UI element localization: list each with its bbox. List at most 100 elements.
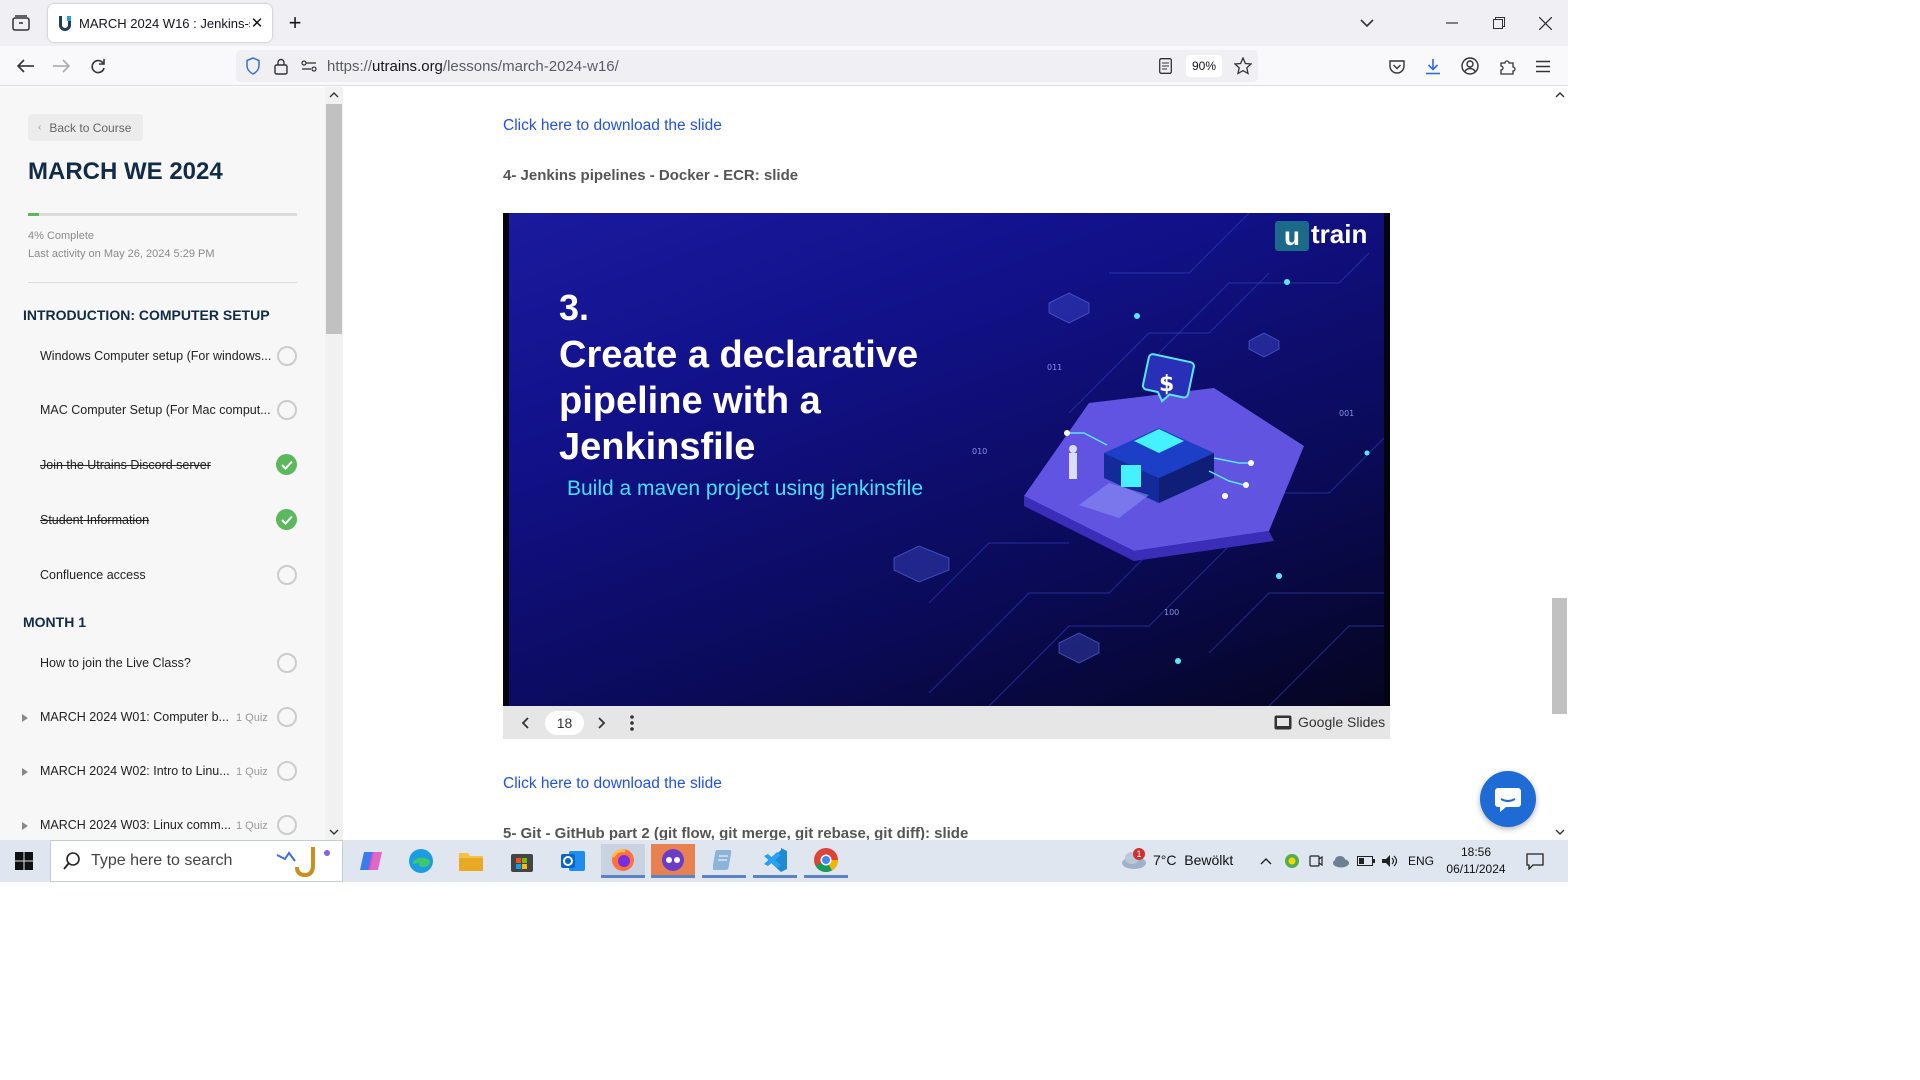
weather-alert-badge: 1 (1133, 848, 1145, 860)
lesson-incomplete-circle-icon (277, 400, 297, 420)
lesson-item-windows-setup[interactable]: Windows Computer setup (For windows... (40, 349, 271, 363)
last-activity-text: Last activity on May 26, 2024 5:29 PM (28, 248, 215, 260)
microsoft-store-icon[interactable] (500, 844, 544, 878)
restore-icon[interactable] (1487, 12, 1511, 34)
windows-start-icon[interactable] (12, 850, 36, 872)
show-hidden-icons-chevron-up-icon[interactable] (1258, 852, 1274, 870)
lesson-item-student-info[interactable]: Student Information (40, 513, 149, 527)
google-slides-embed[interactable]: 011 010 001 100 $ u train 3. Create a de… (503, 213, 1390, 706)
lesson-item-w03[interactable]: MARCH 2024 W03: Linux comm... (40, 818, 231, 832)
lesson-heading-4: 4- Jenkins pipelines - Docker - ECR: sli… (503, 167, 799, 184)
lesson-complete-check-icon (276, 509, 297, 530)
back-arrow-icon[interactable] (14, 55, 36, 77)
page-scroll-down-arrow-icon[interactable] (1552, 826, 1567, 838)
close-tab-icon[interactable]: ✕ (250, 14, 264, 32)
chat-bubble-icon (1495, 788, 1521, 812)
clock-date: 06/11/2024 (1446, 862, 1506, 876)
close-window-icon[interactable] (1533, 12, 1557, 34)
battery-icon[interactable] (1356, 852, 1376, 870)
sidebar-scrollbar-thumb[interactable] (326, 104, 342, 334)
download-slide-link-2[interactable]: Click here to download the slide (503, 775, 722, 793)
extensions-puzzle-icon[interactable] (1496, 55, 1518, 77)
account-icon[interactable] (1459, 55, 1481, 77)
lesson-item-live-class[interactable]: How to join the Live Class? (40, 656, 191, 670)
page-scrollbar-thumb[interactable] (1552, 598, 1567, 714)
lesson-incomplete-circle-icon (277, 815, 297, 835)
volume-icon[interactable] (1380, 852, 1400, 870)
tracking-protection-shield-icon[interactable] (243, 56, 263, 76)
scroll-down-arrow-icon[interactable] (326, 826, 342, 838)
minimize-icon[interactable] (1440, 12, 1464, 34)
reader-view-icon[interactable] (1155, 56, 1175, 76)
vscode-icon[interactable] (753, 844, 797, 878)
zoom-level-button[interactable]: 90% (1186, 55, 1222, 77)
notifications-icon[interactable] (1524, 851, 1546, 871)
back-to-course-button[interactable]: ‹ Back to Course (28, 114, 143, 141)
search-placeholder: Type here to search (91, 852, 233, 869)
lesson-incomplete-circle-icon (277, 653, 297, 673)
slide-number: 3. (559, 287, 590, 328)
outlook-icon[interactable] (551, 844, 595, 878)
slide-tag-100: 100 (1164, 608, 1179, 617)
tray-app-icon[interactable] (1283, 852, 1301, 870)
google-slides-label[interactable]: Google Slides (1298, 714, 1385, 730)
course-title: MARCH WE 2024 (28, 158, 223, 185)
browser-tab[interactable]: MARCH 2024 W16 : Jenkins-son ✕ (48, 4, 272, 42)
chat-support-button[interactable] (1480, 771, 1536, 827)
lesson-incomplete-circle-icon (277, 707, 297, 727)
notepad-app-icon[interactable] (702, 844, 746, 878)
new-tab-icon[interactable]: + (284, 10, 306, 35)
lesson-incomplete-circle-icon (277, 565, 297, 585)
menu-hamburger-icon[interactable] (1532, 55, 1554, 77)
expand-triangle-icon[interactable] (22, 714, 28, 722)
forward-arrow-icon[interactable] (50, 55, 72, 77)
chevron-left-icon: ‹ (38, 122, 42, 133)
site-permissions-icon[interactable] (299, 56, 319, 76)
downloads-icon[interactable] (1422, 55, 1444, 77)
taskbar-search-box[interactable]: Type here to search (50, 840, 343, 882)
next-slide-chevron-right-icon[interactable] (592, 713, 612, 733)
utrains-favicon-icon (56, 15, 73, 32)
lesson-item-confluence[interactable]: Confluence access (40, 568, 146, 582)
search-icon (63, 852, 80, 870)
expand-triangle-icon[interactable] (22, 768, 28, 776)
page-scrollbar[interactable] (1551, 87, 1568, 840)
expand-triangle-icon[interactable] (22, 822, 28, 830)
edge-browser-icon[interactable] (399, 844, 443, 878)
slide-tag-001: 001 (1339, 409, 1354, 418)
slide-dollar-sign: $ (1159, 372, 1174, 397)
utrain-logo-text: train (1311, 219, 1368, 249)
url-text[interactable]: https://utrains.org/lessons/march-2024-w… (327, 58, 619, 75)
onedrive-sync-icon[interactable] (1331, 852, 1351, 870)
lesson-item-w02[interactable]: MARCH 2024 W02: Intro to Linu... (40, 764, 230, 778)
list-all-tabs-chevron-down-icon[interactable] (1356, 12, 1378, 34)
slide-page-number[interactable]: 18 (545, 711, 584, 735)
system-clock[interactable]: 18:56 06/11/2024 (1440, 844, 1512, 878)
back-to-course-label: Back to Course (49, 120, 132, 135)
more-options-vertical-dots-icon[interactable] (622, 713, 642, 733)
page-scroll-up-arrow-icon[interactable] (1552, 89, 1567, 101)
lesson-item-mac-setup[interactable]: MAC Computer Setup (For Mac comput... (40, 403, 271, 417)
lesson-item-w01[interactable]: MARCH 2024 W01: Computer b... (40, 710, 229, 724)
lock-icon[interactable] (271, 56, 291, 76)
search-highlight-saxophone-icon (276, 847, 330, 878)
weather-text[interactable]: 7°C Bewölkt (1153, 852, 1233, 868)
copilot-app-icon[interactable] (349, 844, 393, 878)
scroll-up-arrow-icon[interactable] (326, 89, 342, 101)
reload-icon[interactable] (87, 55, 109, 77)
download-slide-link[interactable]: Click here to download the slide (503, 117, 722, 135)
meet-now-icon[interactable] (1307, 852, 1325, 870)
firefox-private-window-icon[interactable] (651, 844, 695, 878)
previous-slide-chevron-left-icon[interactable] (515, 713, 535, 733)
pocket-icon[interactable] (1386, 55, 1408, 77)
input-language-indicator[interactable]: ENG (1408, 854, 1434, 868)
progress-complete-text: 4% Complete (28, 230, 95, 242)
slide-title-line-2: pipeline with a (559, 380, 821, 422)
lesson-item-discord[interactable]: Join the Utrains Discord server (40, 458, 211, 472)
firefox-icon[interactable] (601, 844, 645, 878)
tab-list-icon[interactable] (10, 12, 32, 34)
bookmark-star-icon[interactable] (1232, 55, 1254, 77)
file-explorer-icon[interactable] (449, 844, 493, 878)
slide-title: Create a declarative pipeline with a Jen… (559, 332, 918, 470)
chrome-icon[interactable] (804, 844, 848, 878)
